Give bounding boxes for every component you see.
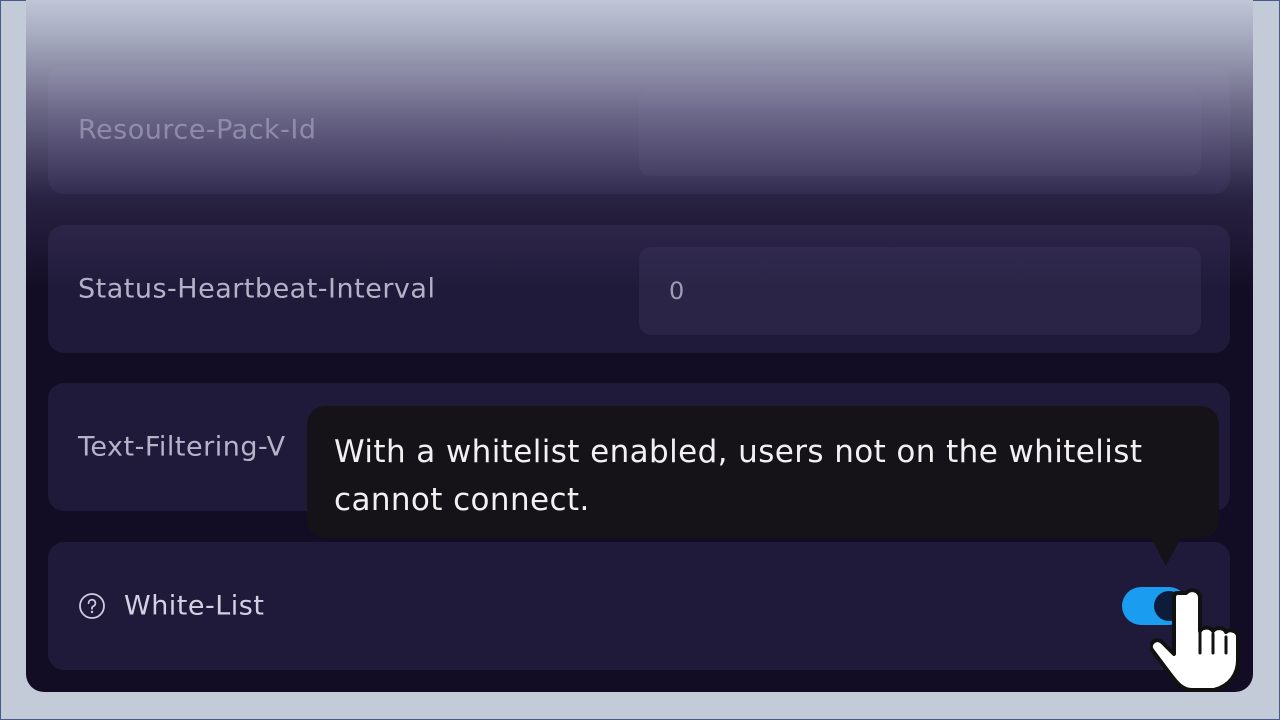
setting-label: Status-Heartbeat-Interval: [78, 273, 436, 305]
resource-pack-id-input[interactable]: [639, 88, 1201, 176]
tooltip-line-1: With a whitelist enabled, users not on t…: [334, 434, 1143, 470]
input-value: 0: [669, 277, 685, 305]
status-heartbeat-interval-input[interactable]: 0: [639, 247, 1201, 335]
white-list-tooltip: With a whitelist enabled, users not on t…: [307, 406, 1219, 538]
setting-label: Resource-Pack-Id: [78, 114, 317, 146]
setting-label: Text-Filtering-V: [78, 431, 286, 463]
setting-row-white-list: White-List: [48, 542, 1230, 670]
help-circle-icon[interactable]: [78, 592, 106, 620]
setting-label: White-List: [124, 590, 265, 622]
tooltip-line-2: cannot connect.: [334, 482, 590, 518]
setting-row-status-heartbeat-interval: Status-Heartbeat-Interval 0: [48, 225, 1230, 353]
tooltip-arrow: [1150, 536, 1182, 566]
settings-panel: Resource-Pack-Id Status-Heartbeat-Interv…: [26, 0, 1253, 692]
setting-row-resource-pack-id: Resource-Pack-Id: [48, 66, 1230, 194]
hand-pointer-icon: [1150, 588, 1240, 692]
